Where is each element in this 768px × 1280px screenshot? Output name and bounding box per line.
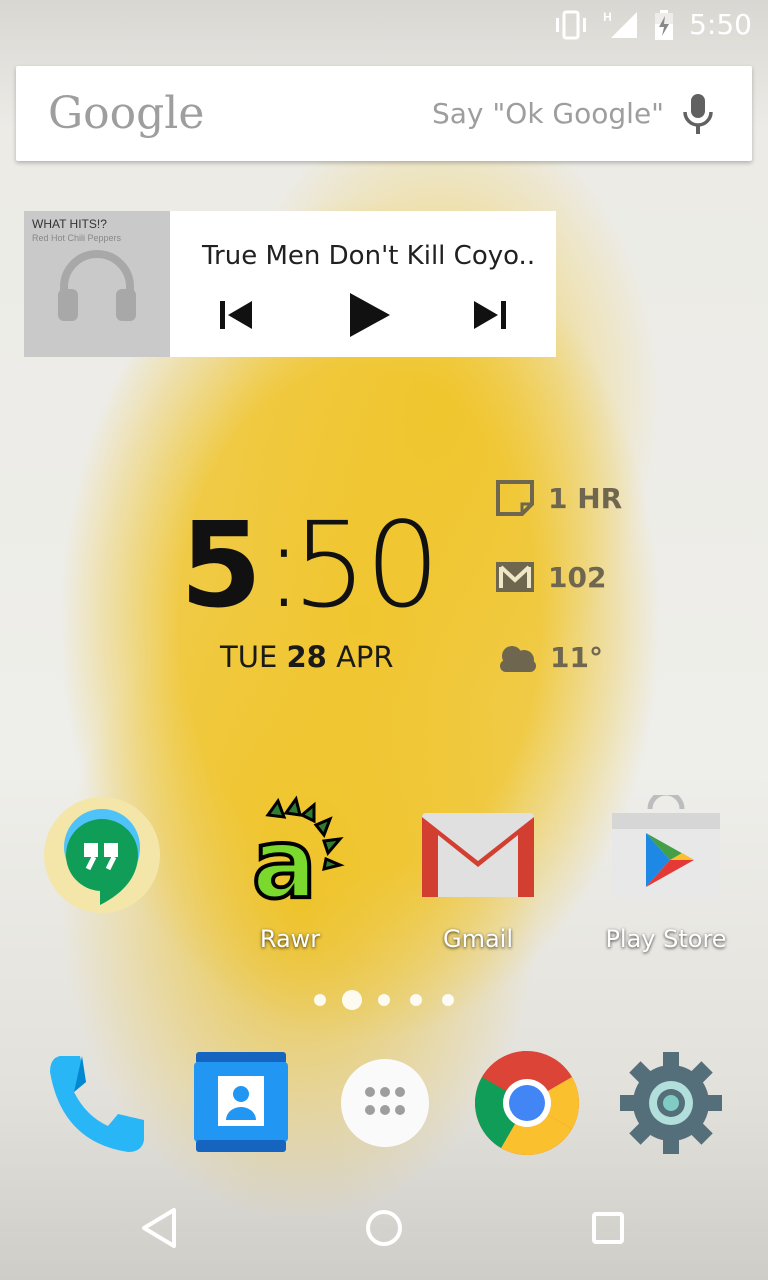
vibrate-icon <box>556 10 587 39</box>
note-icon <box>496 480 534 516</box>
clock-minutes: 50 <box>292 496 440 634</box>
svg-text:a: a <box>252 808 317 915</box>
mail-count-info[interactable]: 102 <box>494 560 606 594</box>
play-icon[interactable] <box>342 289 394 341</box>
recents-icon[interactable] <box>578 1198 638 1258</box>
google-search-bar[interactable]: Google Say "Ok Google" <box>16 66 752 161</box>
app-label-rawr: Rawr <box>259 925 321 953</box>
music-widget[interactable]: WHAT HITS!? Red Hot Chili Peppers True M… <box>24 211 556 357</box>
network-type-label: H <box>603 9 612 24</box>
app-play-store[interactable]: Play Store <box>586 790 746 953</box>
status-time: 5:50 <box>689 8 752 41</box>
album-title: WHAT HITS!? <box>32 217 107 231</box>
rawr-icon: a <box>250 795 345 922</box>
date-number: 28 <box>286 640 327 674</box>
page-dot[interactable] <box>410 994 422 1006</box>
google-logo: Google <box>48 88 205 139</box>
play-store-icon <box>612 790 720 897</box>
song-title: True Men Don't Kill Coyo.. <box>202 241 536 271</box>
app-rawr[interactable]: a Rawr <box>210 795 370 953</box>
page-indicator <box>0 990 768 1010</box>
phone-icon[interactable] <box>42 1048 152 1158</box>
microphone-icon[interactable] <box>680 92 716 136</box>
signal-icon: H <box>603 10 639 40</box>
navigation-bar <box>0 1180 768 1280</box>
date-day: TUE <box>220 640 278 674</box>
headphones-icon <box>58 250 136 321</box>
voice-hint: Say "Ok Google" <box>432 97 665 130</box>
home-icon[interactable] <box>354 1198 414 1258</box>
weather-info[interactable]: 11° <box>494 640 603 674</box>
weather-icon <box>500 646 536 672</box>
hangouts-icon <box>44 797 160 913</box>
app-hangouts[interactable] <box>22 795 182 920</box>
page-dot-active[interactable] <box>342 990 362 1010</box>
app-label-play-store: Play Store <box>605 925 727 953</box>
contacts-icon[interactable] <box>186 1048 296 1158</box>
gmail-icon <box>422 813 534 897</box>
clock-widget[interactable]: 5 : 50 <box>180 500 450 630</box>
temperature-text: 11° <box>550 640 603 674</box>
mail-icon <box>496 562 534 592</box>
page-dot[interactable] <box>442 994 454 1006</box>
chrome-icon[interactable] <box>472 1048 582 1158</box>
next-event-info[interactable]: 1 HR <box>494 478 622 518</box>
app-drawer-icon[interactable] <box>330 1048 440 1158</box>
date-month: APR <box>336 640 394 674</box>
page-dot[interactable] <box>314 994 326 1006</box>
date-line: TUE 28 APR <box>220 640 394 674</box>
album-artist: Red Hot Chili Peppers <box>32 233 122 243</box>
back-icon[interactable] <box>130 1198 190 1258</box>
battery-charging-icon <box>655 9 674 40</box>
album-art[interactable]: WHAT HITS!? Red Hot Chili Peppers <box>24 211 170 357</box>
status-bar: H 5:50 <box>0 0 768 50</box>
previous-track-icon[interactable] <box>214 293 258 337</box>
next-track-icon[interactable] <box>468 293 512 337</box>
app-gmail[interactable]: Gmail <box>398 795 558 953</box>
next-event-text: 1 HR <box>548 481 623 515</box>
clock-hour: 5 <box>180 496 263 634</box>
page-dot[interactable] <box>378 994 390 1006</box>
mail-count-text: 102 <box>548 560 607 594</box>
app-label-gmail: Gmail <box>442 925 514 953</box>
settings-icon[interactable] <box>616 1048 726 1158</box>
